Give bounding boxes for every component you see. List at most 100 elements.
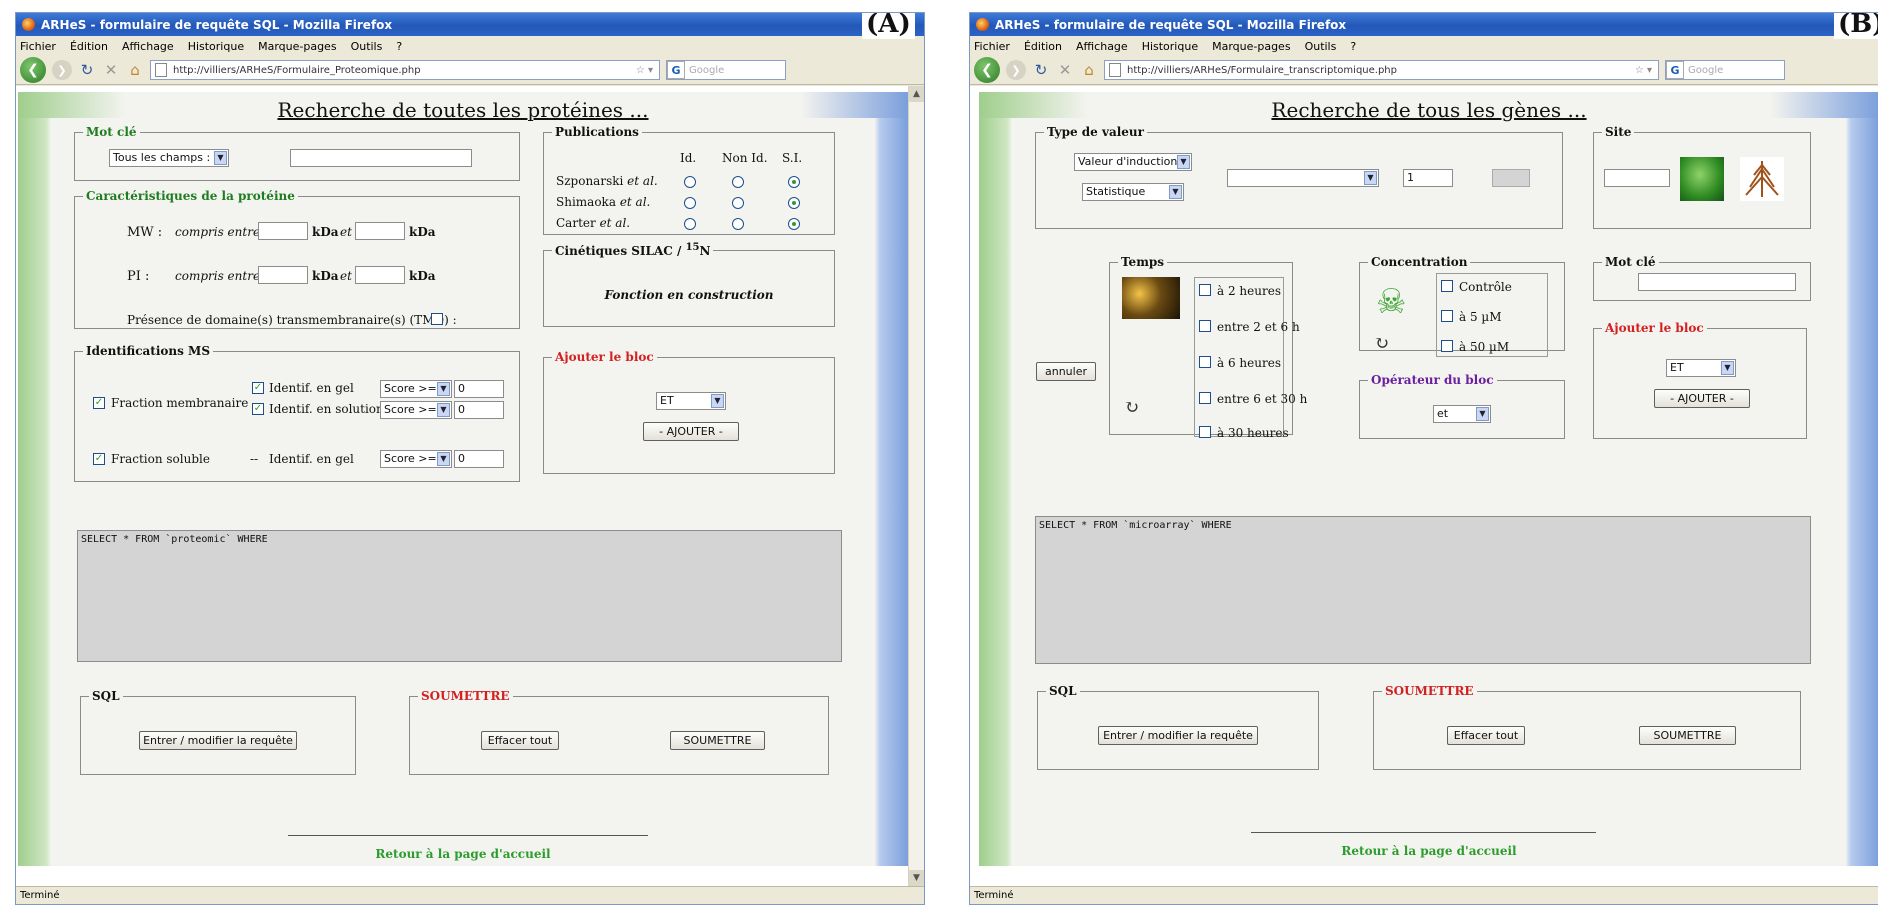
retour-accueil-link[interactable]: Retour à la page d'accueil — [18, 847, 908, 861]
temps-checkbox[interactable] — [1199, 320, 1211, 332]
forward-icon[interactable]: ❯ — [52, 60, 72, 80]
menu-historique[interactable]: Historique — [188, 40, 244, 53]
menu-edition[interactable]: Édition — [70, 40, 108, 53]
menu-affichage[interactable]: Affichage — [1076, 40, 1128, 53]
url-bar[interactable]: http://villiers/ARHeS/Formulaire_transcr… — [1104, 60, 1659, 80]
star-icon[interactable]: ☆ ▾ — [636, 65, 653, 76]
temps-label: à 30 heures — [1217, 426, 1289, 440]
status-bar: Terminé — [16, 886, 924, 904]
back-icon[interactable]: ❮ — [974, 57, 1000, 83]
pub-row-label: Szponarski et al. — [556, 174, 658, 188]
scrollbar[interactable]: ▲ ▼ — [908, 86, 924, 886]
modifier-requete-button[interactable]: Entrer / modifier la requête — [139, 731, 297, 750]
sql-textarea[interactable]: SELECT * FROM `microarray` WHERE — [1035, 516, 1811, 664]
menu-fichier[interactable]: Fichier — [974, 40, 1010, 53]
menu-marque-pages[interactable]: Marque-pages — [258, 40, 336, 53]
concentration-checkbox[interactable] — [1441, 340, 1453, 352]
scroll-up-icon[interactable]: ▲ — [909, 86, 924, 102]
soumettre-button[interactable]: SOUMETTRE — [1639, 726, 1736, 745]
sql-legend: SQL — [1049, 684, 1077, 698]
publication-radio[interactable] — [732, 197, 744, 209]
url-bar[interactable]: http://villiers/ARHeS/Formulaire_Proteom… — [150, 60, 660, 80]
publication-radio[interactable] — [684, 176, 696, 188]
home-icon[interactable]: ⌂ — [1080, 61, 1098, 79]
dashes-text: -- — [250, 452, 259, 466]
sql-textarea[interactable]: SELECT * FROM `proteomic` WHERE — [77, 530, 842, 662]
effacer-button[interactable]: Effacer tout — [1447, 726, 1525, 745]
temps-checkbox[interactable] — [1199, 426, 1211, 438]
concentration-checkbox[interactable] — [1441, 280, 1453, 292]
reload-icon[interactable]: ↻ — [1032, 61, 1050, 79]
ajouter-button[interactable]: - AJOUTER - — [643, 422, 739, 441]
menu-historique[interactable]: Historique — [1142, 40, 1198, 53]
leaf-icon[interactable] — [1680, 157, 1724, 201]
sql-fieldset: SQL Entrer / modifier la requête — [1037, 684, 1319, 770]
fraction-membranaire-checkbox[interactable]: ✓ — [93, 397, 105, 409]
mot-cle-input[interactable] — [1638, 273, 1796, 291]
forward-icon[interactable]: ❯ — [1006, 60, 1026, 80]
pi-min-input[interactable] — [258, 266, 308, 284]
publication-radio[interactable] — [732, 176, 744, 188]
mw-max-input[interactable] — [355, 222, 405, 240]
publication-radio[interactable] — [788, 197, 800, 209]
score-select[interactable]: Score >= ▼ — [380, 450, 452, 468]
search-box[interactable]: G Google — [666, 60, 786, 80]
champs-select[interactable]: Tous les champs : ▼ — [109, 149, 229, 167]
menu-affichage[interactable]: Affichage — [122, 40, 174, 53]
solution-checkbox[interactable]: ✓ — [252, 403, 264, 415]
pi-max-input[interactable] — [355, 266, 405, 284]
back-icon[interactable]: ❮ — [20, 57, 46, 83]
identif-solution-label: Identif. en solution — [269, 402, 384, 416]
publication-radio[interactable] — [788, 176, 800, 188]
menu-help[interactable]: ? — [1350, 40, 1356, 53]
operator-select[interactable]: ET ▼ — [1666, 359, 1736, 377]
temps-checkbox[interactable] — [1199, 356, 1211, 368]
stop-icon[interactable]: ✕ — [1056, 61, 1074, 79]
search-box[interactable]: G Google — [1665, 60, 1785, 80]
publication-radio[interactable] — [684, 197, 696, 209]
temps-checkbox[interactable] — [1199, 284, 1211, 296]
root-icon[interactable] — [1740, 157, 1784, 201]
score-select[interactable]: Score >= ▼ — [380, 380, 452, 398]
operateur-select[interactable]: et ▼ — [1433, 405, 1491, 423]
score-solution-input[interactable]: 0 — [454, 401, 504, 419]
home-icon[interactable]: ⌂ — [126, 61, 144, 79]
mw-min-input[interactable] — [258, 222, 308, 240]
reload-icon[interactable]: ↻ — [78, 61, 96, 79]
tmd-checkbox[interactable] — [431, 313, 443, 325]
score-soluble-input[interactable]: 0 — [454, 450, 504, 468]
stop-icon[interactable]: ✕ — [102, 61, 120, 79]
valeur-input[interactable]: 1 — [1403, 169, 1453, 187]
fraction-soluble-checkbox[interactable]: ✓ — [93, 453, 105, 465]
scroll-down-icon[interactable]: ▼ — [909, 870, 924, 886]
refresh-icon[interactable]: ↻ — [1124, 397, 1139, 418]
statistique-select[interactable]: Statistique ▼ — [1082, 183, 1184, 201]
menu-help[interactable]: ? — [396, 40, 402, 53]
concentration-checkbox[interactable] — [1441, 310, 1453, 322]
ajouter-button[interactable]: - AJOUTER - — [1654, 389, 1750, 408]
soumettre-button[interactable]: SOUMETTRE — [670, 731, 765, 750]
score-gel-input[interactable]: 0 — [454, 380, 504, 398]
annuler-button[interactable]: annuler — [1036, 362, 1096, 381]
menu-marque-pages[interactable]: Marque-pages — [1212, 40, 1290, 53]
score-select[interactable]: Score >= ▼ — [380, 401, 452, 419]
mot-cle-input[interactable] — [290, 149, 472, 167]
temps-checkbox[interactable] — [1199, 392, 1211, 404]
gel-checkbox[interactable]: ✓ — [252, 382, 264, 394]
menu-outils[interactable]: Outils — [351, 40, 383, 53]
menu-fichier[interactable]: Fichier — [20, 40, 56, 53]
menu-edition[interactable]: Édition — [1024, 40, 1062, 53]
refresh-icon[interactable]: ↻ — [1374, 333, 1389, 354]
site-input[interactable] — [1604, 169, 1670, 187]
column-select[interactable]: ▼ — [1227, 169, 1379, 187]
operator-select[interactable]: ET ▼ — [656, 392, 726, 410]
effacer-button[interactable]: Effacer tout — [481, 731, 559, 750]
publication-radio[interactable] — [684, 218, 696, 230]
retour-accueil-link[interactable]: Retour à la page d'accueil — [979, 844, 1878, 858]
menu-outils[interactable]: Outils — [1305, 40, 1337, 53]
star-icon[interactable]: ☆ ▾ — [1635, 65, 1652, 76]
valeur-select[interactable]: Valeur d'induction ▼ — [1074, 153, 1192, 171]
publication-radio[interactable] — [732, 218, 744, 230]
publication-radio[interactable] — [788, 218, 800, 230]
modifier-requete-button[interactable]: Entrer / modifier la requête — [1098, 726, 1258, 745]
